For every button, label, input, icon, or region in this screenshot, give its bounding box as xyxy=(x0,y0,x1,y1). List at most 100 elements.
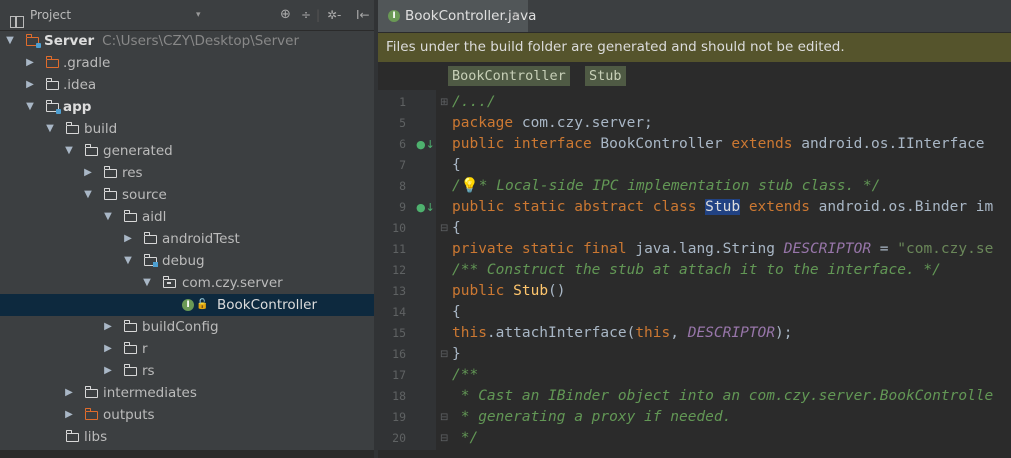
code-line-18: * Cast an IBinder object into an com.czy… xyxy=(452,388,994,404)
tree-item-outputs[interactable]: ▶ outputs xyxy=(0,404,374,426)
expand-arrow-icon[interactable]: ▶ xyxy=(82,162,94,184)
expand-arrow-icon[interactable]: ▼ xyxy=(63,140,75,162)
tree-item-debug[interactable]: ▼ debug xyxy=(0,250,374,272)
fold-minus-icon[interactable]: ⊟ xyxy=(440,428,448,449)
expand-arrow-icon[interactable]: ▶ xyxy=(24,52,36,74)
tree-item-aidl[interactable]: ▼ aidl xyxy=(0,206,374,228)
tree-item-label: res xyxy=(122,165,143,181)
chevron-down-icon[interactable]: ▾ xyxy=(196,0,201,30)
tree-item-res[interactable]: ▶ res xyxy=(0,162,374,184)
fold-minus-icon[interactable]: ⊟ xyxy=(440,344,448,365)
line-number: 13 xyxy=(392,284,406,298)
folder-icon xyxy=(123,364,137,376)
implemented-marker-icon[interactable]: ●↓ xyxy=(416,197,435,218)
tab-bookcontroller-java[interactable]: I BookController.java × xyxy=(378,0,536,32)
expand-arrow-icon[interactable]: ▶ xyxy=(63,382,75,404)
collapse-all-icon[interactable]: ÷ xyxy=(301,0,311,30)
code-line-15: this.attachInterface(this, DESCRIPTOR); xyxy=(452,325,793,341)
tree-item-label: rs xyxy=(142,363,155,379)
folder-icon xyxy=(84,386,98,398)
line-number: 11 xyxy=(392,242,406,256)
hide-panel-icon[interactable]: I← xyxy=(356,0,370,30)
module-folder-icon xyxy=(25,34,41,48)
folder-icon xyxy=(84,408,98,420)
expand-arrow-icon[interactable]: ▼ xyxy=(24,96,36,118)
line-number: 14 xyxy=(392,305,406,319)
expand-arrow-icon[interactable]: ▼ xyxy=(141,272,153,294)
code-line-20: */ xyxy=(452,430,479,446)
folder-icon xyxy=(45,56,59,68)
tree-item-server[interactable]: ▼ Server C:\Users\CZY\Desktop\Server xyxy=(0,30,374,52)
expand-arrow-icon[interactable]: ▼ xyxy=(82,184,94,206)
gear-icon[interactable]: ✲- xyxy=(327,0,341,30)
project-title[interactable]: Project xyxy=(30,0,71,30)
tree-item-bookcontroller[interactable]: I 🔓 BookController xyxy=(0,294,374,316)
tree-item-label: com.czy.server xyxy=(182,275,283,291)
tree-item-androidtest[interactable]: ▶ androidTest xyxy=(0,228,374,250)
close-icon[interactable]: × xyxy=(511,0,520,32)
tree-item-gradle[interactable]: ▶ .gradle xyxy=(0,52,374,74)
tree-item-label: aidl xyxy=(142,209,167,225)
lightbulb-icon[interactable]: 💡 xyxy=(461,178,479,194)
code-line-11: private static final java.lang.String DE… xyxy=(452,241,994,257)
expand-arrow-icon[interactable]: ▶ xyxy=(122,228,134,250)
tree-item-rs[interactable]: ▶ rs xyxy=(0,360,374,382)
code-line-13: public Stub() xyxy=(452,283,566,299)
tree-item-label: Server xyxy=(44,33,95,49)
breadcrumb-item-stub[interactable]: Stub xyxy=(585,66,626,86)
tree-item-label: androidTest xyxy=(162,231,240,247)
line-number: 20 xyxy=(392,431,406,445)
expand-arrow-icon[interactable]: ▼ xyxy=(44,118,56,140)
tree-item-intermediates[interactable]: ▶ intermediates xyxy=(0,382,374,404)
line-number: 8 xyxy=(399,179,406,193)
expand-arrow-icon[interactable]: ▶ xyxy=(102,360,114,382)
expand-arrow-icon[interactable]: ▼ xyxy=(122,250,134,272)
line-number: 16 xyxy=(392,347,406,361)
tree-item-package[interactable]: ▼ com.czy.server xyxy=(0,272,374,294)
tree-item-app[interactable]: ▼ app xyxy=(0,96,374,118)
expand-arrow-icon[interactable]: ▶ xyxy=(63,404,75,426)
tree-item-label: r xyxy=(142,341,148,357)
tree-item-label: debug xyxy=(162,253,205,269)
code-line-17: /** xyxy=(452,367,479,383)
tree-item-r[interactable]: ▶ r xyxy=(0,338,374,360)
tree-item-idea[interactable]: ▶ .idea xyxy=(0,74,374,96)
module-folder-icon xyxy=(45,100,61,114)
code-line-9: public static abstract class Stub extend… xyxy=(452,199,994,215)
code-line-16: } xyxy=(452,346,461,362)
breadcrumb-item-bookcontroller[interactable]: BookController xyxy=(448,66,570,86)
implemented-marker-icon[interactable]: ●↓ xyxy=(416,134,435,155)
expand-arrow-icon[interactable]: ▶ xyxy=(102,338,114,360)
expand-arrow-icon[interactable]: ▶ xyxy=(102,316,114,338)
scroll-from-source-icon[interactable]: ⊕ xyxy=(280,0,291,30)
highlighted-identifier: Stub xyxy=(705,199,741,215)
expand-arrow-icon[interactable]: ▶ xyxy=(24,74,36,96)
code-line-7: { xyxy=(452,157,461,173)
line-number: 17 xyxy=(392,368,406,382)
tree-item-generated[interactable]: ▼ generated xyxy=(0,140,374,162)
tree-item-label: buildConfig xyxy=(142,319,219,335)
tree-item-label: intermediates xyxy=(103,385,197,401)
line-number: 10 xyxy=(392,221,406,235)
code-line-19: * generating a proxy if needed. xyxy=(452,409,732,425)
lock-icon: 🔓 xyxy=(196,299,209,310)
project-header: Project ▾ ⊕ ÷ | ✲- I← xyxy=(0,0,374,31)
interface-icon: I xyxy=(388,10,400,22)
toolbar-separator: | xyxy=(316,8,321,22)
fold-minus-icon[interactable]: ⊟ xyxy=(440,218,448,239)
tree-item-label: libs xyxy=(84,429,108,445)
banner-text: Files under the build folder are generat… xyxy=(386,39,845,55)
tree-item-build[interactable]: ▼ build xyxy=(0,118,374,140)
tree-item-label: outputs xyxy=(103,407,155,423)
interface-icon: I xyxy=(182,299,194,311)
tree-item-source[interactable]: ▼ source xyxy=(0,184,374,206)
line-number: 1 xyxy=(399,95,406,109)
fold-plus-icon[interactable]: ⊞ xyxy=(440,92,448,113)
tree-item-buildconfig[interactable]: ▶ buildConfig xyxy=(0,316,374,338)
fold-end-icon[interactable]: ⊟ xyxy=(440,407,448,428)
expand-arrow-icon[interactable]: ▼ xyxy=(102,206,114,228)
tree-item-libs[interactable]: libs xyxy=(0,426,374,448)
expand-arrow-icon[interactable]: ▼ xyxy=(4,30,16,52)
code-line-12: /** Construct the stub at attach it to t… xyxy=(452,262,941,278)
code-line-6: public interface BookController extends … xyxy=(452,136,985,152)
